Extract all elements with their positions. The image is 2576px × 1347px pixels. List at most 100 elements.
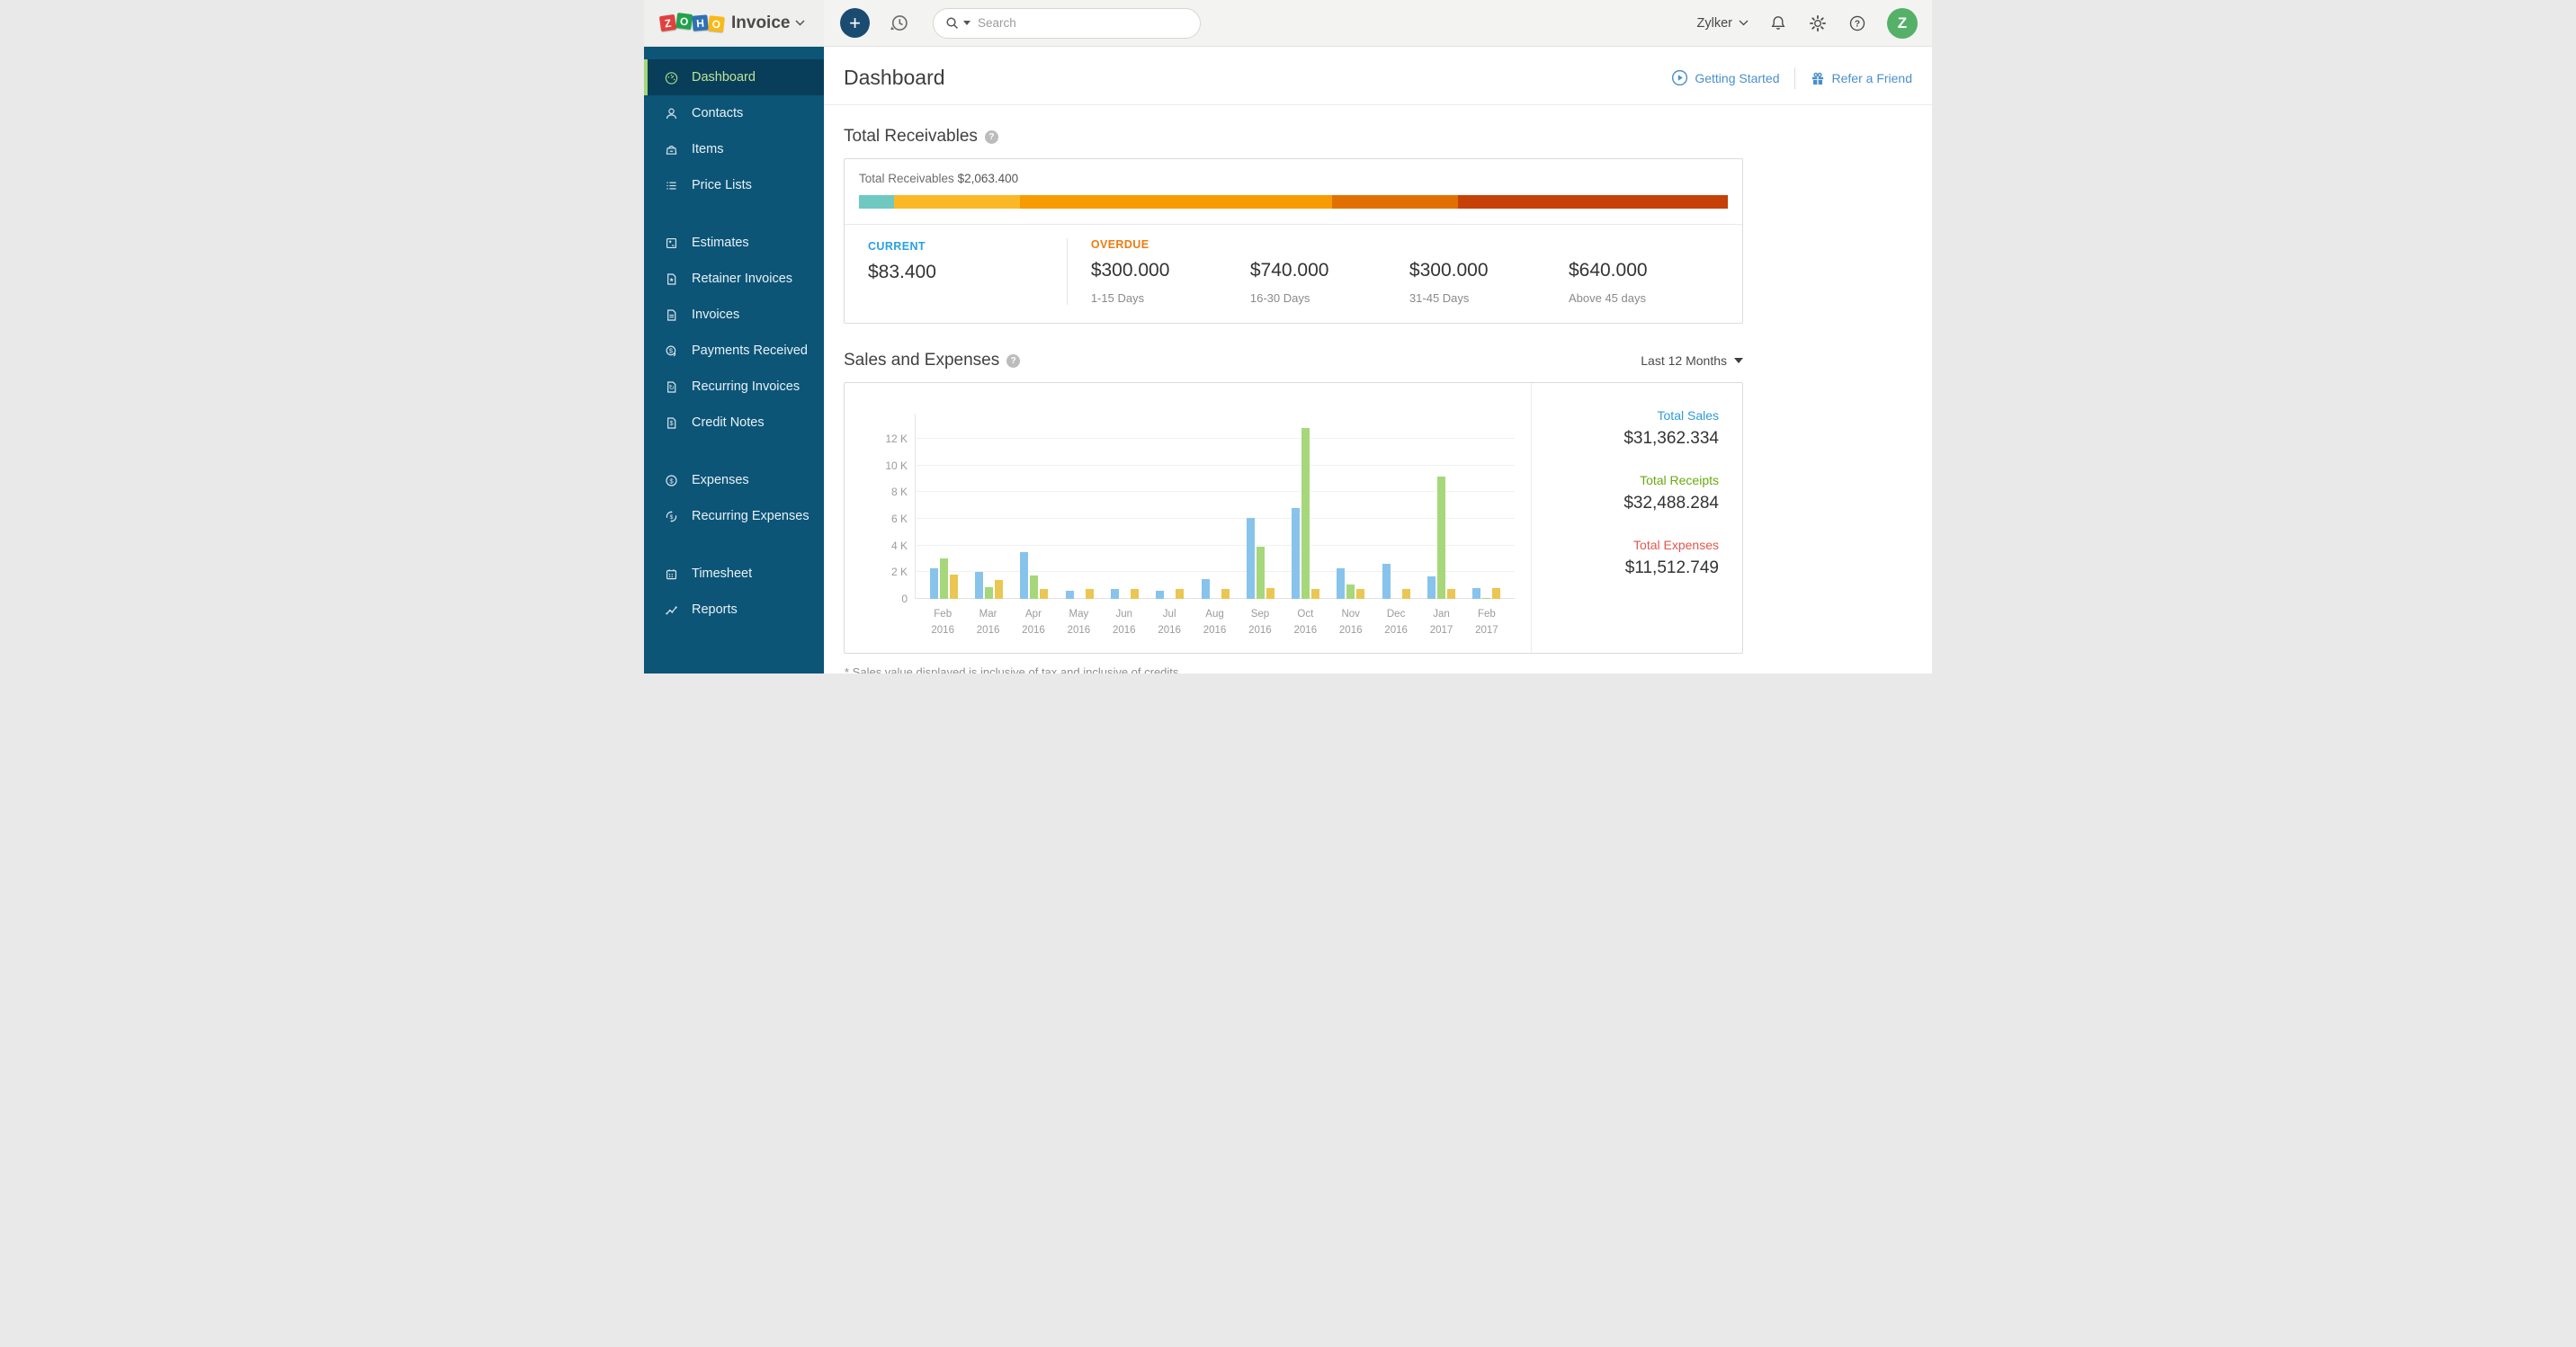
sidebar-item-label: Estimates [692,236,749,250]
sidebar-item-dashboard[interactable]: Dashboard [644,59,824,95]
bell-icon [1768,13,1788,33]
settings-button[interactable] [1808,13,1828,33]
bar-sales[interactable] [1156,591,1164,599]
bar-sales[interactable] [1292,508,1300,599]
bar-expenses[interactable] [1266,588,1275,599]
help-button[interactable]: ? [1847,13,1867,33]
bar-expenses[interactable] [1447,589,1455,599]
sidebar-item-reports[interactable]: Reports [644,592,824,628]
x-axis-label: Feb2016 [920,607,965,639]
sidebar-item-contacts[interactable]: Contacts [644,95,824,131]
org-switcher[interactable]: Zylker [1697,16,1749,31]
search-scope-caret-icon[interactable] [963,21,970,25]
brand-logo[interactable]: Z O H O Invoice [644,0,824,46]
bar-group [1418,477,1463,599]
sidebar-item-recurring-expenses[interactable]: $ Recurring Expenses [644,498,824,534]
bar-expenses[interactable] [1176,589,1184,599]
bar-receipts[interactable] [1301,428,1310,599]
sidebar-item-expenses[interactable]: $ Expenses [644,462,824,498]
bar-expenses[interactable] [995,580,1003,599]
receivables-segment-current[interactable] [859,195,894,209]
bar-sales[interactable] [1111,589,1119,599]
sidebar-item-timesheet[interactable]: Timesheet [644,556,824,592]
product-name: Invoice [731,13,790,33]
aging-amount: $300.000 [1091,260,1250,281]
total-expenses-block: Total Expenses $11,512.749 [1532,538,1719,578]
bar-expenses[interactable] [1492,588,1500,599]
total-expenses-label: Total Expenses [1532,538,1719,552]
page-title: Dashboard [844,66,945,90]
overdue-label: OVERDUE [1091,238,1728,251]
bar-expenses[interactable] [1221,589,1230,599]
sidebar-item-payments-received[interactable]: $ Payments Received [644,333,824,369]
bar-expenses[interactable] [1356,589,1364,599]
search-input[interactable] [978,16,1189,30]
total-sales-block: Total Sales $31,362.334 [1532,408,1719,449]
bar-expenses[interactable] [1311,589,1319,599]
bar-sales[interactable] [1247,518,1255,599]
notifications-button[interactable] [1768,13,1788,33]
sidebar-item-invoices[interactable]: Invoices [644,297,824,333]
x-axis-label: Jun2016 [1102,607,1147,639]
bar-expenses[interactable] [950,575,958,599]
bar-expenses[interactable] [1040,589,1048,599]
reports-icon [664,602,679,618]
bar-receipts[interactable] [1482,598,1490,599]
bar-sales[interactable] [1427,576,1436,599]
receivables-help-icon[interactable]: ? [985,130,998,144]
bar-receipts[interactable] [940,558,948,599]
y-axis-tick: 6 K [891,513,908,525]
svg-text:↻: ↻ [668,383,674,391]
bar-sales[interactable] [930,568,938,599]
user-avatar[interactable]: Z [1887,8,1918,39]
sidebar-item-credit-notes[interactable]: $ Credit Notes [644,405,824,441]
bar-receipts[interactable] [1346,584,1355,599]
global-search[interactable] [933,8,1201,39]
chart-x-axis: Feb2016Mar2016Apr2016May2016Jun2016Jul20… [915,607,1515,639]
sidebar-item-items[interactable]: Items [644,131,824,167]
bar-receipts[interactable] [1437,477,1445,599]
refer-a-friend-link[interactable]: Refer a Friend [1810,70,1912,86]
bar-sales[interactable] [1020,552,1028,599]
bar-sales[interactable] [1066,591,1074,599]
logo-letter-z: Z [659,14,676,31]
sidebar-item-recurring-invoices[interactable]: ↻ Recurring Invoices [644,369,824,405]
bar-receipts[interactable] [1030,575,1038,599]
sidebar-item-label: Invoices [692,308,739,322]
receivables-segment-overdue-1-15[interactable] [894,195,1020,209]
recent-history-button[interactable] [888,12,911,35]
date-range-dropdown[interactable]: Last 12 Months [1641,353,1743,368]
recurring-invoice-icon: ↻ [664,379,679,395]
receivables-segment-overdue-31-45[interactable] [1332,195,1458,209]
bar-receipts[interactable] [985,587,993,599]
sidebar-item-retainer-invoices[interactable]: Retainer Invoices [644,261,824,297]
bar-group [1284,428,1328,599]
current-label: CURRENT [868,240,1052,253]
receivables-segment-overdue-above-45[interactable] [1458,195,1728,209]
bar-receipts[interactable] [1257,547,1265,599]
bar-sales[interactable] [975,572,983,599]
svg-text:?: ? [1855,19,1860,29]
sidebar-item-estimates[interactable]: Estimates [644,225,824,261]
sidebar-item-price-lists[interactable]: Price Lists [644,167,824,203]
x-axis-label: Feb2017 [1464,607,1509,639]
bar-expenses[interactable] [1086,589,1094,599]
bar-expenses[interactable] [1131,589,1139,599]
sidebar-item-label: Reports [692,602,738,617]
getting-started-link[interactable]: Getting Started [1671,69,1779,86]
bar-sales[interactable] [1382,564,1391,599]
quick-create-button[interactable]: + [840,8,870,38]
bar-expenses[interactable] [1402,589,1410,599]
receivables-segment-overdue-16-30[interactable] [1020,195,1331,209]
sidebar-item-label: Recurring Invoices [692,379,800,394]
x-axis-label: Aug2016 [1192,607,1237,639]
bar-sales[interactable] [1337,568,1345,599]
recurring-expense-icon: $ [664,509,679,524]
bar-group [1102,589,1147,599]
bar-sales[interactable] [1472,588,1480,599]
y-axis-tick: 4 K [891,540,908,552]
bar-sales[interactable] [1202,579,1210,599]
x-axis-label: Sep2016 [1238,607,1283,639]
y-axis-tick: 0 [901,593,908,605]
sales-expenses-help-icon[interactable]: ? [1006,354,1020,368]
